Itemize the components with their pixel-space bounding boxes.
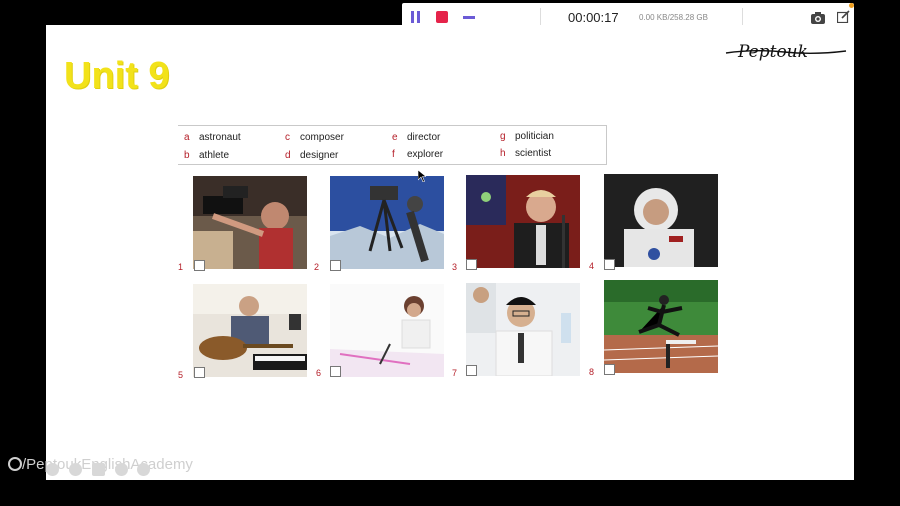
word-item: b athlete <box>184 150 229 161</box>
word-item: a astronaut <box>184 132 241 143</box>
social-icon-5 <box>137 463 150 476</box>
word-text: astronaut <box>199 132 241 143</box>
stop-icon[interactable] <box>436 11 448 23</box>
word-item: c composer <box>285 132 344 143</box>
athlete-photo <box>604 280 718 373</box>
word-item: e director <box>392 132 440 143</box>
toolbar-separator <box>540 8 541 26</box>
word-text: explorer <box>407 149 444 160</box>
picture-number: 3 <box>452 262 458 272</box>
word-letter: d <box>285 150 291 161</box>
picture-number: 8 <box>589 367 595 377</box>
minimize-icon[interactable] <box>463 16 475 19</box>
social-icon-1 <box>46 463 59 476</box>
slide: Unit 9 Peptouk a astronaut b athlete c comp… <box>46 25 854 480</box>
picture-checkbox[interactable] <box>194 367 205 378</box>
picture-number: 6 <box>316 368 322 378</box>
picture-checkbox[interactable] <box>466 259 477 270</box>
word-letter: e <box>392 132 398 143</box>
picture-number: 2 <box>314 262 320 272</box>
word-text: scientist <box>515 148 552 159</box>
astronaut-photo <box>604 174 718 267</box>
scientist-photo <box>466 283 580 376</box>
director-photo <box>193 176 307 269</box>
word-text: director <box>407 132 441 143</box>
word-letter: g <box>500 131 506 142</box>
picture-number: 5 <box>178 370 184 380</box>
social-icon-3 <box>92 463 105 476</box>
word-item: h scientist <box>500 148 551 159</box>
picture-number: 4 <box>589 261 595 271</box>
explorer-photo <box>330 176 444 269</box>
picture-checkbox[interactable] <box>604 259 615 270</box>
word-letter: f <box>392 149 395 160</box>
storage-readout: 0.00 KB/258.28 GB <box>639 13 708 22</box>
social-icon-2 <box>69 463 82 476</box>
composer-photo <box>193 284 307 377</box>
logo-text: Peptouk <box>737 42 808 62</box>
picture-checkbox[interactable] <box>330 260 341 271</box>
film-reel-icon <box>8 457 22 471</box>
politician-photo <box>466 175 580 268</box>
social-icon-4 <box>115 463 128 476</box>
picture-checkbox[interactable] <box>466 365 477 376</box>
mouse-cursor-icon <box>418 170 426 182</box>
edit-icon[interactable] <box>836 10 850 24</box>
picture-checkbox[interactable] <box>604 364 615 375</box>
word-text: athlete <box>199 150 230 161</box>
toolbar-separator <box>742 8 743 26</box>
designer-photo <box>330 284 444 377</box>
word-list: a astronaut b athlete c composer d designer … <box>178 125 607 165</box>
word-item: d designer <box>285 150 338 161</box>
word-letter: b <box>184 150 190 161</box>
peptouk-logo: Peptouk <box>724 37 849 65</box>
pause-icon[interactable] <box>411 11 421 23</box>
word-letter: c <box>285 132 290 143</box>
word-item: g politician <box>500 131 554 142</box>
slide-title: Unit 9 <box>64 55 170 97</box>
word-text: designer <box>300 150 339 161</box>
word-text: politician <box>515 131 554 142</box>
word-letter: a <box>184 132 190 143</box>
word-item: f explorer <box>392 149 443 160</box>
picture-number: 7 <box>452 368 458 378</box>
picture-number: 1 <box>178 262 184 272</box>
recording-timer: 00:00:17 <box>568 10 619 25</box>
picture-checkbox[interactable] <box>330 366 341 377</box>
word-text: composer <box>300 132 344 143</box>
camera-icon[interactable] <box>811 11 825 24</box>
word-letter: h <box>500 148 506 159</box>
status-dot <box>849 3 854 8</box>
picture-checkbox[interactable] <box>194 260 205 271</box>
